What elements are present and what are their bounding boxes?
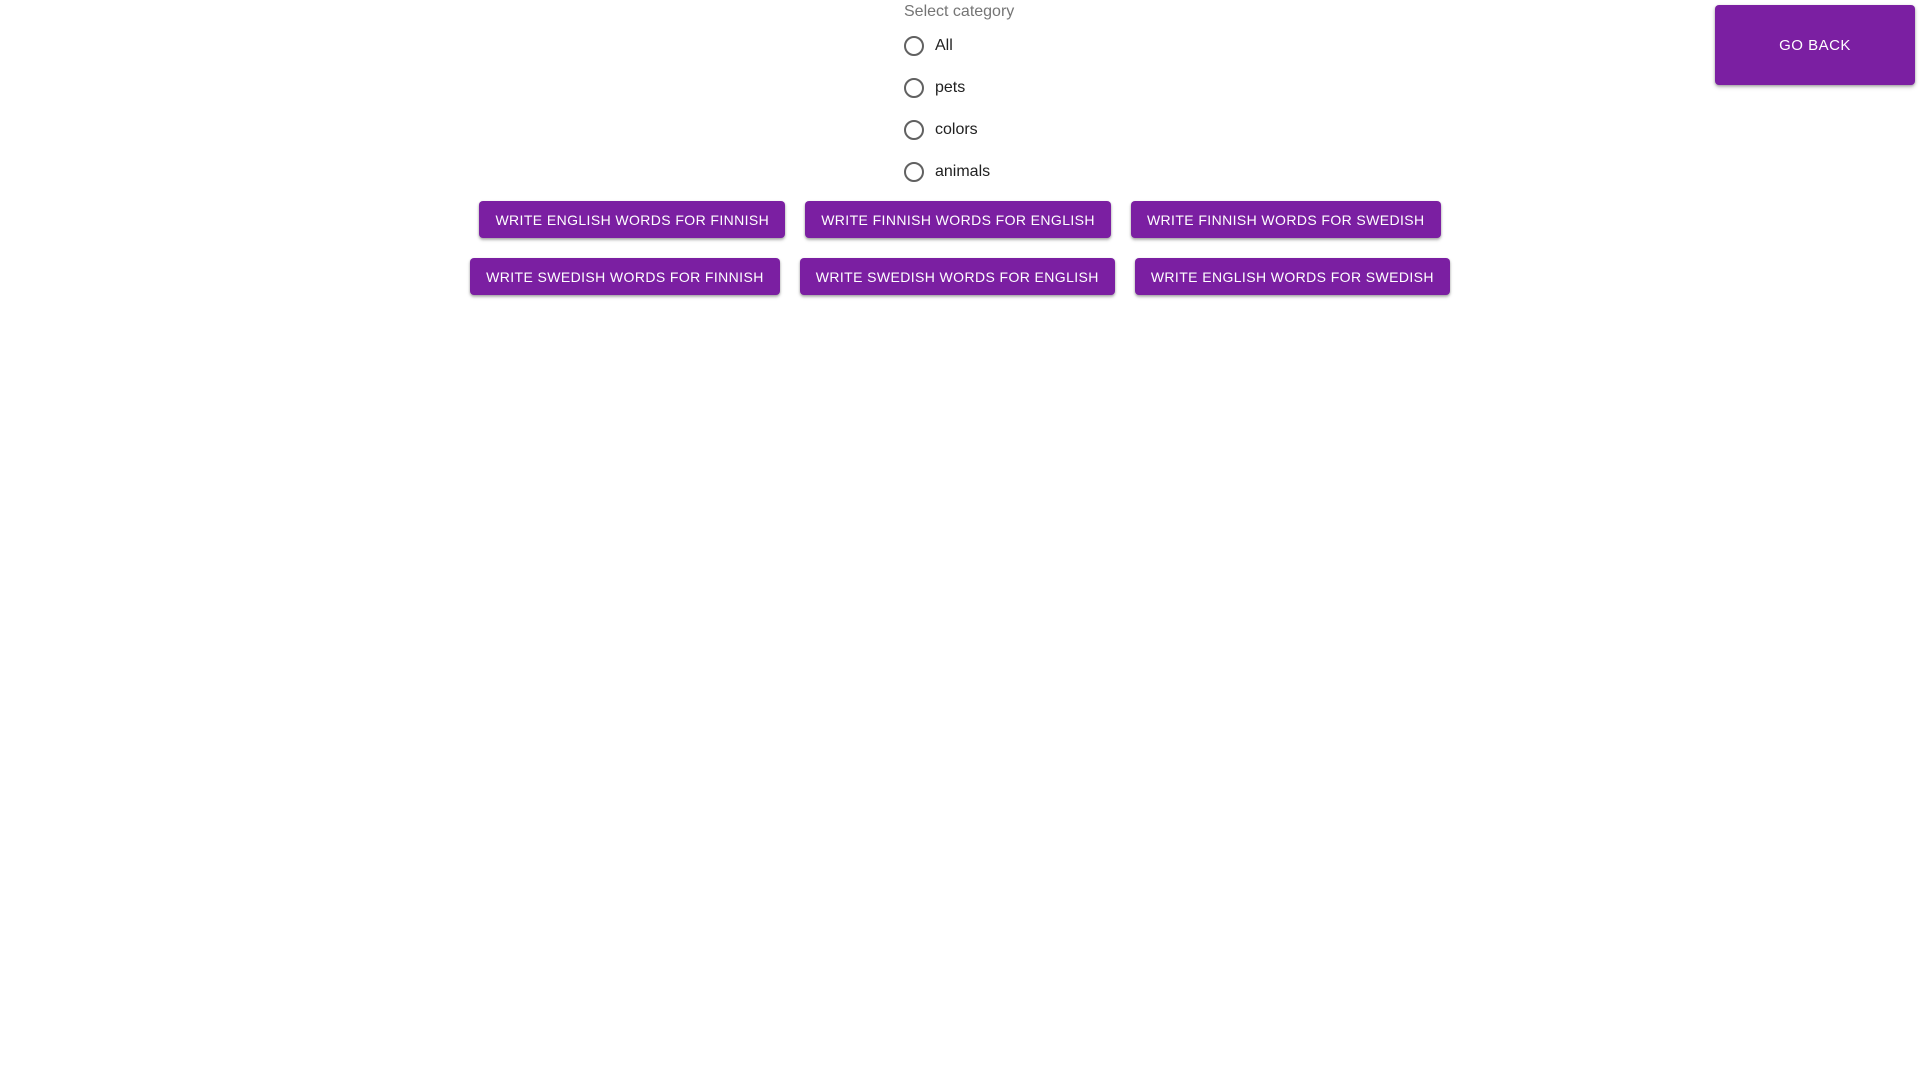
category-option-all[interactable]: All [904,25,1204,67]
category-option-label: All [935,37,953,54]
radio-unchecked-icon[interactable] [904,78,924,98]
write-finnish-for-english-button[interactable]: WRITE FINNISH WORDS FOR ENGLISH [805,201,1111,238]
category-option-label: animals [935,163,991,180]
action-buttons-row-2: WRITE SWEDISH WORDS FOR FINNISH WRITE SW… [0,258,1920,295]
write-english-for-finnish-button[interactable]: WRITE ENGLISH WORDS FOR FINNISH [479,201,786,238]
write-finnish-for-swedish-button[interactable]: WRITE FINNISH WORDS FOR SWEDISH [1130,201,1441,238]
action-buttons-row-1: WRITE ENGLISH WORDS FOR FINNISH WRITE FI… [0,201,1920,238]
radio-unchecked-icon[interactable] [904,120,924,140]
page: GO BACK Select category All pets colors … [0,0,1920,1080]
category-label: Select category [904,3,1015,20]
write-swedish-for-finnish-button[interactable]: WRITE SWEDISH WORDS FOR FINNISH [470,258,780,295]
category-option-pets[interactable]: pets [904,67,1204,109]
radio-unchecked-icon[interactable] [904,36,924,56]
write-english-for-swedish-button[interactable]: WRITE ENGLISH WORDS FOR SWEDISH [1134,258,1450,295]
radio-unchecked-icon[interactable] [904,162,924,182]
category-radio-group: Select category All pets colors animals [904,2,1204,193]
go-back-button[interactable]: GO BACK [1715,5,1915,85]
write-swedish-for-english-button[interactable]: WRITE SWEDISH WORDS FOR ENGLISH [799,258,1115,295]
category-option-label: pets [935,79,966,96]
category-option-label: colors [935,121,978,138]
category-option-animals[interactable]: animals [904,151,1204,193]
category-option-colors[interactable]: colors [904,109,1204,151]
